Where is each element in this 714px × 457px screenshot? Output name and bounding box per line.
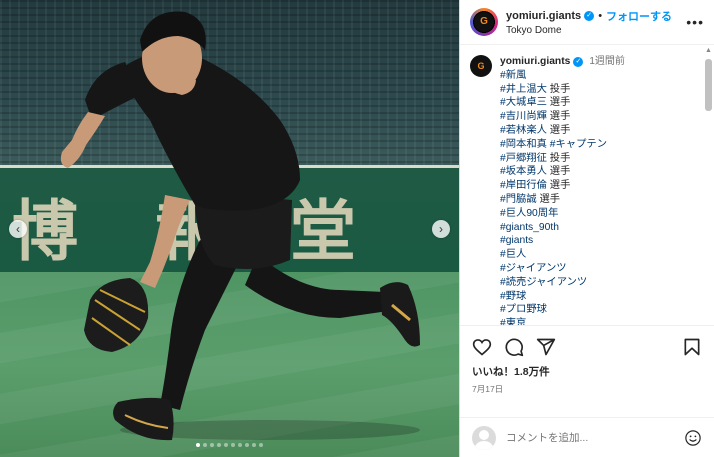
- caption-line: #新風: [500, 69, 625, 83]
- caption-line: #巨人90周年: [500, 207, 625, 221]
- hashtag-link[interactable]: #ジャイアンツ: [500, 263, 567, 274]
- verified-badge-icon: ✓: [584, 11, 595, 21]
- hashtag-link[interactable]: #巨人: [500, 249, 526, 260]
- caption-line: #読売ジャイアンツ: [500, 276, 625, 290]
- chevron-right-icon: ›: [439, 222, 443, 236]
- caption-line: #井上温大 投手: [500, 83, 625, 97]
- caption-line: #岸田行倫 選手: [500, 179, 625, 193]
- carousel-dot: [224, 443, 228, 447]
- post-media[interactable]: 博 報 堂 ‹ ›: [0, 0, 459, 457]
- account-avatar[interactable]: G: [470, 8, 498, 36]
- hashtag-link[interactable]: #新風: [500, 70, 526, 81]
- carousel-dot: [245, 443, 249, 447]
- caption-username[interactable]: yomiuri.giants: [500, 55, 570, 69]
- likes-count[interactable]: いいね！1.8万件: [472, 364, 702, 379]
- scroll-up-arrow-icon[interactable]: ▲: [705, 47, 712, 54]
- hashtag-link[interactable]: #門脇誠: [500, 194, 537, 205]
- send-icon[interactable]: [536, 337, 556, 357]
- next-photo-button[interactable]: ›: [432, 220, 450, 238]
- hashtag-link[interactable]: #岸田行倫: [500, 180, 547, 191]
- hashtag-link[interactable]: #坂本勇人: [500, 166, 547, 177]
- caption-time: 1週間前: [589, 56, 625, 67]
- caption-hashtag-list: #新風 #井上温大 投手 #大城卓三 選手 #吉川尚輝 選手 #若林楽人 選手 #岡本和真…: [500, 69, 625, 325]
- account-username[interactable]: yomiuri.giants: [506, 10, 581, 22]
- carousel-dot: [196, 443, 200, 447]
- header-text: yomiuri.giants ✓ • フォローする Tokyo Dome: [506, 8, 684, 36]
- hashtag-link[interactable]: #giants: [500, 235, 533, 246]
- follow-button[interactable]: フォローする: [606, 8, 672, 24]
- caption-body: yomiuri.giants ✓ 1週間前 #新風 #井上温大 投手 #大城卓三 選…: [500, 55, 625, 325]
- player-photo: [60, 11, 420, 441]
- emoji-icon[interactable]: [684, 429, 702, 447]
- bookmark-icon[interactable]: [682, 337, 702, 357]
- caption-text: 選手: [536, 193, 561, 205]
- hashtag-link[interactable]: #野球: [500, 291, 526, 302]
- user-avatar-icon: [472, 425, 496, 450]
- caption-line: #プロ野球: [500, 303, 625, 317]
- chevron-left-icon: ‹: [16, 222, 20, 236]
- comment-input[interactable]: [504, 430, 684, 445]
- caption-line: #戸郷翔征 投手: [500, 152, 625, 166]
- carousel-dot: [252, 443, 256, 447]
- caption-scrollbar[interactable]: [705, 59, 712, 111]
- hashtag-link[interactable]: #戸郷翔征: [500, 153, 547, 164]
- giants-logo-icon: G: [474, 12, 494, 32]
- hashtag-link[interactable]: #井上温大: [500, 84, 547, 95]
- caption-line: #giants_90th: [500, 221, 625, 235]
- post-side-panel: G yomiuri.giants ✓ • フォローする Tokyo Dome •…: [459, 0, 714, 457]
- comment-icon[interactable]: [504, 337, 524, 357]
- hashtag-link[interactable]: #大城卓三: [500, 97, 547, 108]
- caption-text: 選手: [546, 180, 571, 192]
- heart-icon[interactable]: [472, 337, 492, 357]
- hashtag-link[interactable]: #吉川尚輝: [500, 111, 547, 122]
- caption-line: #岡本和真 #キャプテン: [500, 138, 625, 152]
- hashtag-link[interactable]: #giants_90th: [500, 222, 559, 233]
- hashtag-link[interactable]: #東京: [500, 318, 526, 325]
- caption-line: #吉川尚輝 選手: [500, 110, 625, 124]
- caption-line: #野球: [500, 290, 625, 304]
- carousel-dot: [210, 443, 214, 447]
- caption-line: #ジャイアンツ: [500, 262, 625, 276]
- caption-line: #門脇誠 選手: [500, 193, 625, 207]
- hashtag-link[interactable]: #若林楽人: [500, 125, 547, 136]
- caption-verified-badge-icon: ✓: [573, 56, 584, 67]
- caption-avatar[interactable]: G: [470, 55, 492, 77]
- caption-line: #坂本勇人 選手: [500, 165, 625, 179]
- header-separator: •: [598, 10, 603, 22]
- post-location[interactable]: Tokyo Dome: [506, 25, 684, 36]
- prev-photo-button[interactable]: ‹: [9, 220, 27, 238]
- caption-line: #若林楽人 選手: [500, 124, 625, 138]
- caption-line: #巨人: [500, 248, 625, 262]
- caption-text: 投手: [546, 152, 571, 164]
- hashtag-link[interactable]: #巨人90周年: [500, 208, 558, 219]
- carousel-dot: [238, 443, 242, 447]
- caption-line: #大城卓三 選手: [500, 96, 625, 110]
- carousel-dot: [259, 443, 263, 447]
- hashtag-link[interactable]: #岡本和真: [500, 139, 547, 150]
- caption-text: 選手: [546, 124, 571, 136]
- hashtag-link[interactable]: #読売ジャイアンツ: [500, 277, 587, 288]
- carousel-dot: [231, 443, 235, 447]
- caption-text: 投手: [546, 83, 571, 95]
- caption-section: ▲ G yomiuri.giants ✓ 1週間前 #新風 #井上温大 投手 #大城…: [460, 45, 714, 325]
- carousel-dot: [217, 443, 221, 447]
- carousel-dot: [203, 443, 207, 447]
- post-actions: いいね！1.8万件 7月17日: [460, 325, 714, 417]
- hashtag-link[interactable]: #キャプテン: [547, 139, 607, 150]
- caption-text: 選手: [546, 166, 571, 178]
- caption-line: #giants: [500, 234, 625, 248]
- caption-text: 選手: [546, 111, 571, 123]
- hashtag-link[interactable]: #プロ野球: [500, 304, 547, 315]
- caption-text: 選手: [546, 97, 571, 109]
- more-horizontal-icon: •••: [686, 14, 704, 30]
- carousel-indicator: [0, 443, 459, 447]
- post-header: G yomiuri.giants ✓ • フォローする Tokyo Dome •…: [460, 0, 714, 45]
- instagram-post: 博 報 堂 ‹ › G yomiuri.giants ✓ • フォローする To…: [0, 0, 714, 457]
- caption-line: #東京: [500, 317, 625, 325]
- more-options-button[interactable]: •••: [684, 14, 704, 30]
- post-date[interactable]: 7月17日: [472, 383, 702, 395]
- comment-bar: [460, 417, 714, 457]
